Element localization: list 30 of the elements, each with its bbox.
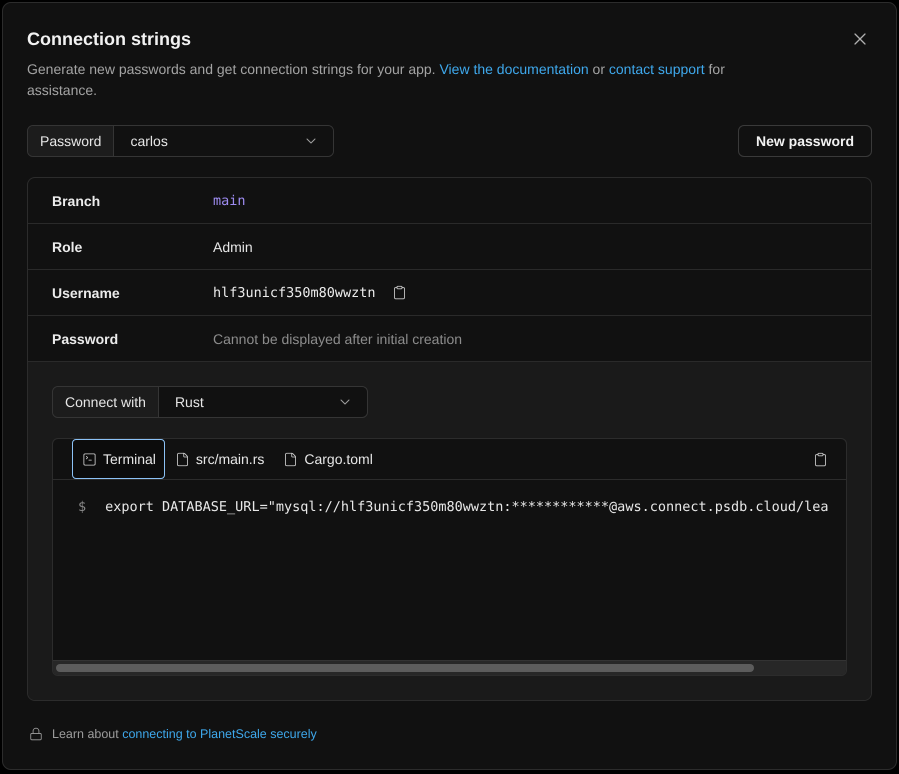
detail-value: Cannot be displayed after initial creation [213,330,462,346]
dialog-title: Connection strings [27,28,192,51]
detail-value: hlf3unicf350m80wwztn [213,284,376,300]
footer-note: Learn about connecting to PlanetScale securely [52,727,317,741]
detail-label: Password [52,330,120,346]
inline-link[interactable]: contact support [608,61,705,77]
prompt-symbol: $ [78,498,86,517]
clipboard-icon[interactable] [813,452,828,466]
detail-value: Admin [213,238,253,254]
detail-label: Role [52,238,84,254]
detail-value: main [213,192,246,208]
detail-label: Username [52,284,121,300]
code-tab[interactable]: src/main.rs [164,439,274,479]
detail-label: Branch [52,192,102,208]
scrollbar-thumb[interactable] [56,664,754,672]
inline-link[interactable]: View the documentation [439,61,589,77]
terminal-icon [82,452,97,466]
select-label: Connect with [53,387,159,417]
file-icon [174,452,190,466]
inline-link[interactable]: connecting to PlanetScale securely [122,727,317,741]
lock-icon [29,727,43,741]
dropdown[interactable]: Rust [158,387,367,417]
file-icon [283,452,298,466]
description-text: Generate new passwords and get connection strings for your app. View the documentation or contact support for assistance. [27,60,726,100]
new-password-button[interactable]: New password [738,125,872,157]
code-line: export DATABASE_URL="mysql://hlf3unicf350m80wwztn:************@aws.connect.psdb.cloud/lea [105,498,829,517]
code-tab[interactable]: Terminal [72,439,165,479]
select-label: Password [28,126,114,156]
code-tab[interactable]: Cargo.toml [273,439,382,479]
clipboard-icon[interactable] [392,285,407,300]
